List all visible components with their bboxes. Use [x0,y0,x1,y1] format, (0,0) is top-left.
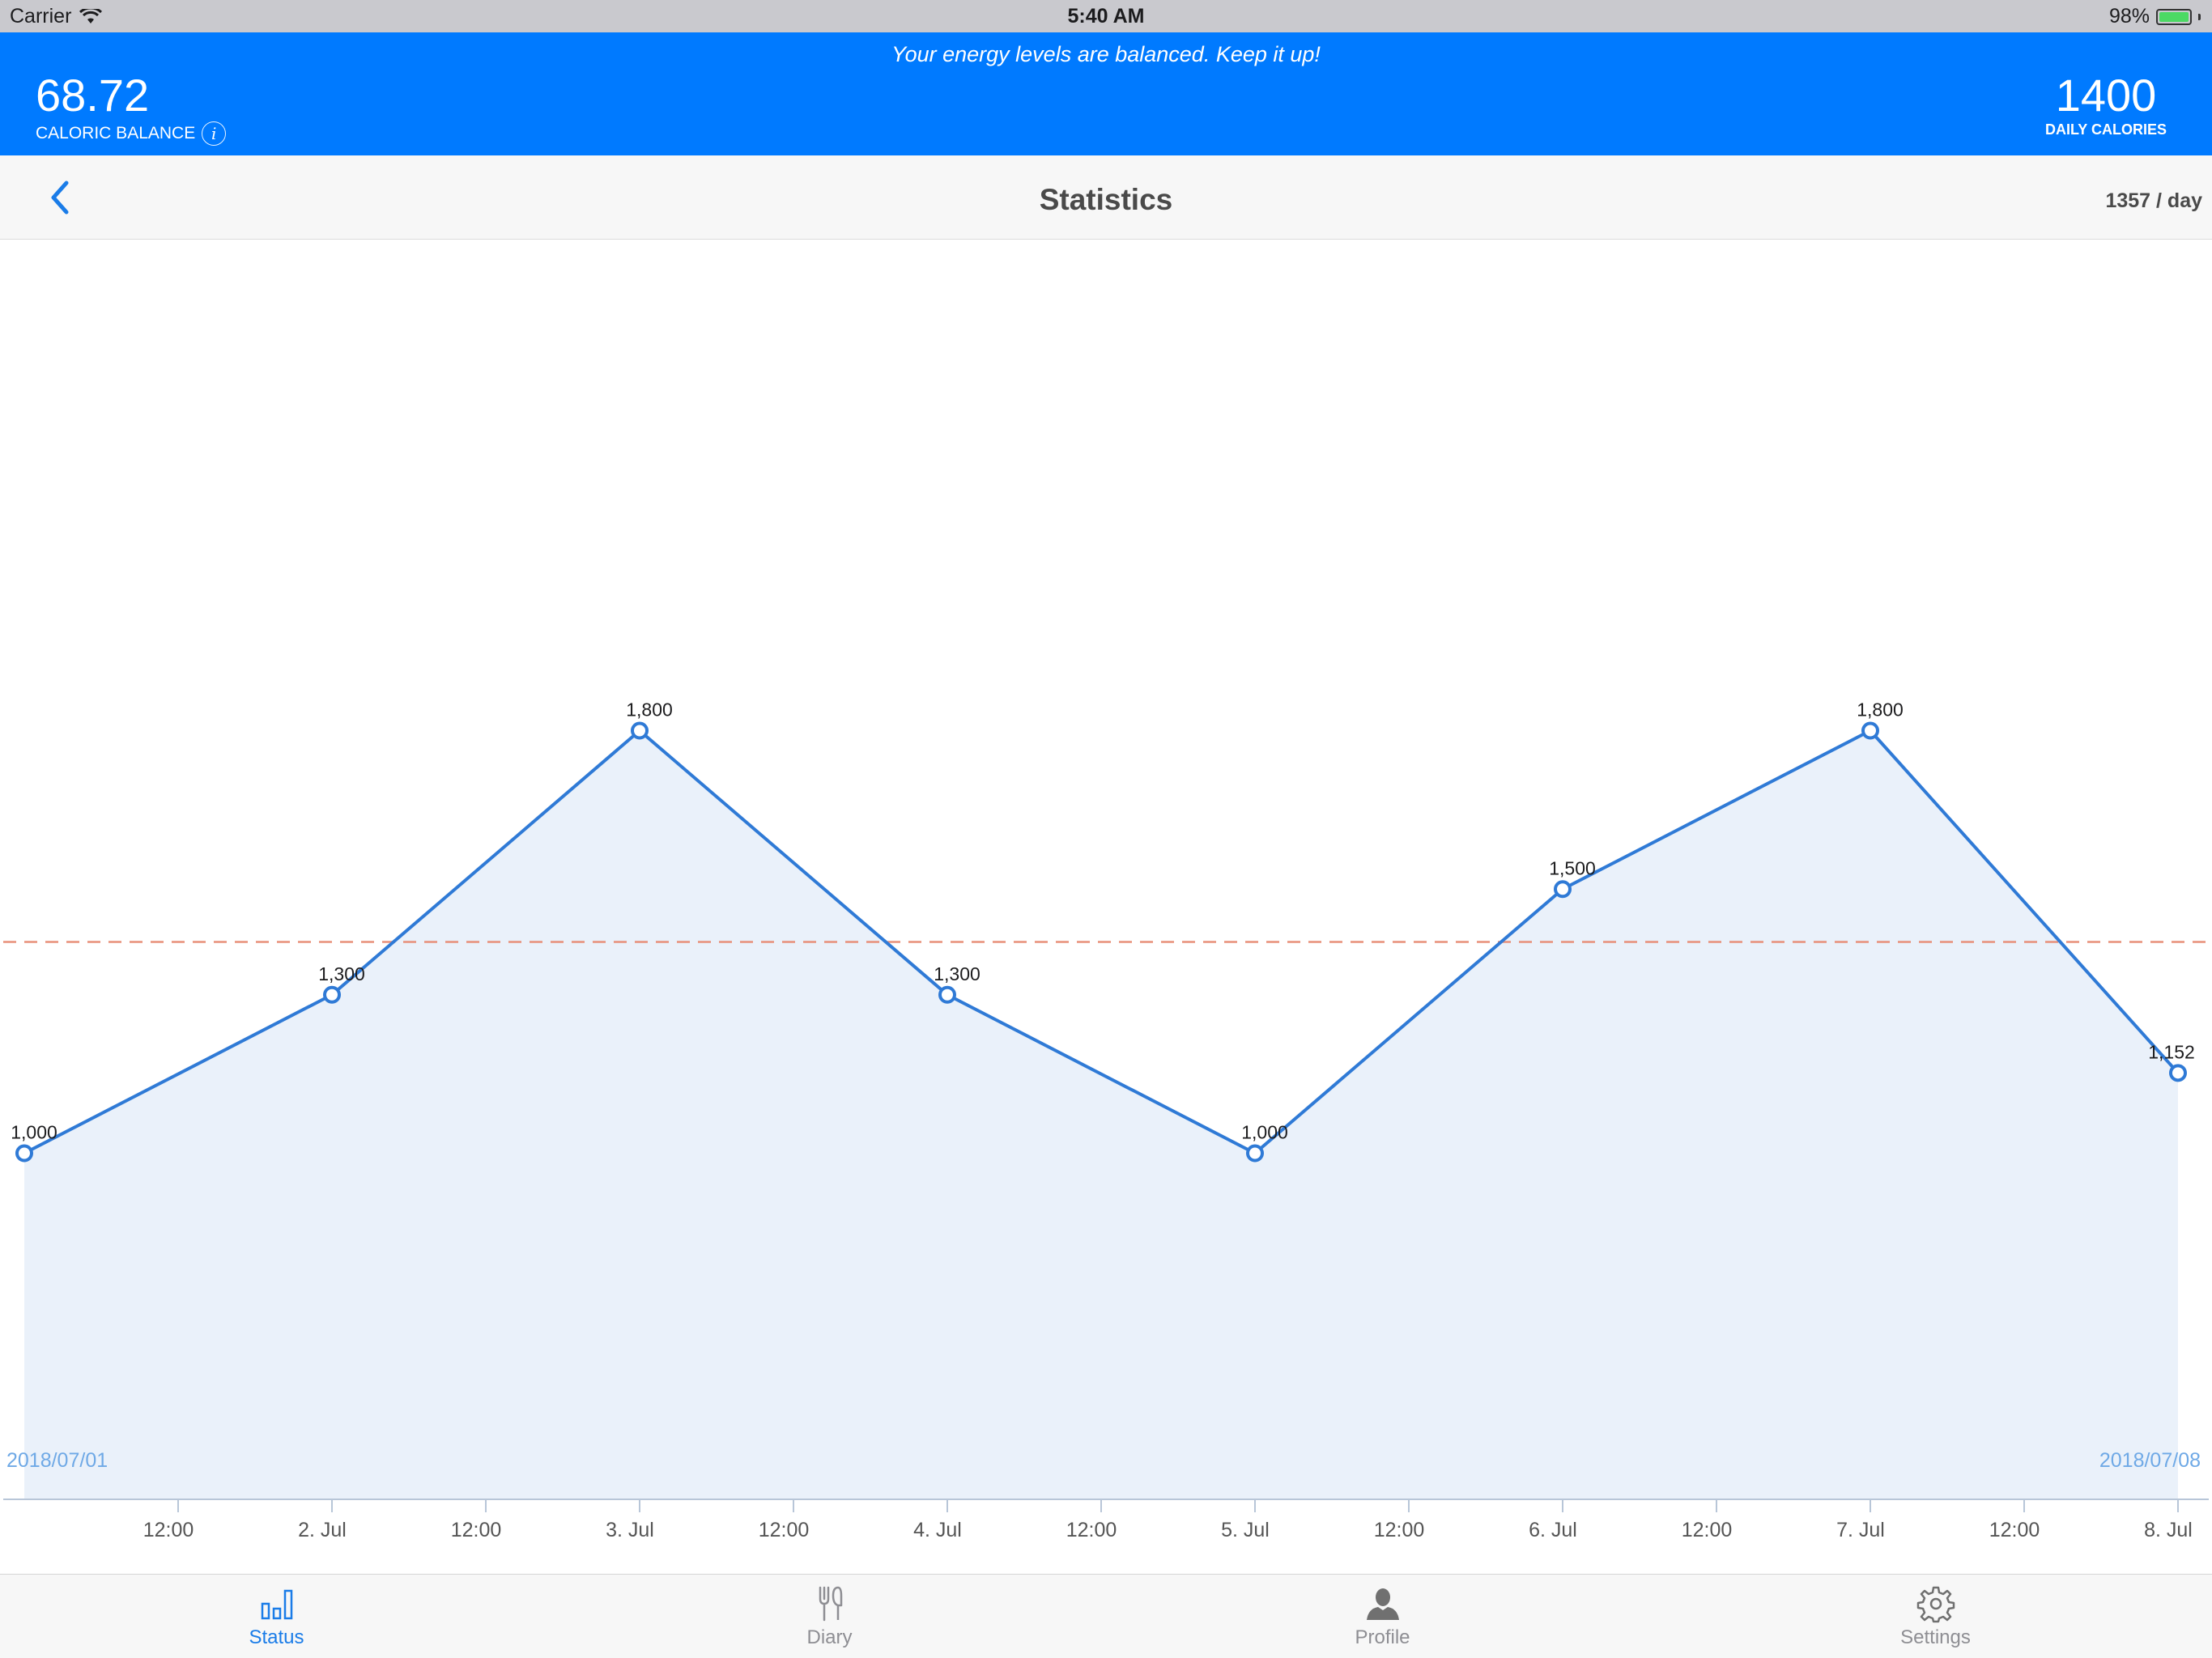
data-label: 1,800 [1857,699,1904,721]
chart-svg: 12:00 2. Jul 12:00 3. Jul 12:00 4. Jul 12:00 5.… [3,699,2209,1541]
x-tick-label: 5. Jul [1221,1519,1270,1541]
statistics-chart: 12:00 2. Jul 12:00 3. Jul 12:00 4. Jul 12:00 5.… [0,240,2212,1574]
x-tick-label: 12:00 [1682,1519,1733,1541]
data-point [938,985,956,1004]
x-tick-label: 12:00 [1374,1519,1425,1541]
caloric-balance-value: 68.72 [36,70,150,121]
x-tick-label: 8. Jul [2144,1519,2193,1541]
caloric-balance: 68.72 CALORIC BALANCE i [36,70,227,146]
fork-knife-icon [819,1586,842,1622]
data-label: 1,800 [626,699,673,721]
page-title: Statistics [1039,183,1173,216]
tab-profile-label: Profile [1355,1626,1410,1648]
tab-status[interactable]: Status [0,1575,553,1658]
battery-indicator: 98% [2109,5,2201,28]
x-tick-label: 3. Jul [606,1519,654,1541]
tab-bar: Status Diary Profile Settings [0,1574,2212,1658]
x-tick-label: 12:00 [1989,1519,2040,1541]
x-tick-label: 12:00 [759,1519,810,1541]
x-tick-label: 12:00 [143,1519,194,1541]
tab-diary[interactable]: Diary [553,1575,1106,1658]
status-bar: Carrier 5:40 AM 98% [0,0,2212,32]
tab-settings[interactable]: Settings [1659,1575,2212,1658]
tab-profile[interactable]: Profile [1106,1575,1659,1658]
data-point [1861,721,1879,740]
clock: 5:40 AM [1067,5,1145,28]
daily-calories: 1400 DAILY CALORIES [2045,71,2167,138]
data-point [1554,880,1572,899]
end-date-label: 2018/07/08 [2099,1449,2201,1472]
battery-percent: 98% [2108,5,2150,28]
x-tick-label: 4. Jul [913,1519,962,1541]
data-label: 1,500 [1549,857,1596,878]
caloric-balance-label: CALORIC BALANCE [36,124,196,142]
data-point [323,985,341,1004]
energy-message: Your energy levels are balanced. Keep it… [891,42,1321,66]
caloric-summary-header: Your energy levels are balanced. Keep it… [0,32,2212,155]
data-label: 1,300 [318,963,365,984]
x-tick-label: 12:00 [451,1519,502,1541]
data-point [15,1144,33,1163]
x-tick-label: 7. Jul [1836,1519,1885,1541]
person-icon [1366,1588,1399,1620]
data-point [2169,1064,2187,1082]
data-point [1246,1144,1264,1163]
data-label: 1,300 [934,963,981,984]
data-label: 1,000 [1241,1122,1288,1143]
x-tick-label: 6. Jul [1529,1519,1577,1541]
tab-settings-label: Settings [1900,1626,1971,1648]
battery-icon [2156,8,2192,25]
bar-chart-icon [261,1589,292,1620]
x-tick-label: 2. Jul [298,1519,347,1541]
gear-icon [1916,1586,1955,1623]
data-label: 1,152 [2148,1041,2195,1062]
daily-average: 1357 / day [2105,189,2202,212]
info-icon[interactable]: i [202,121,227,146]
daily-calories-label: DAILY CALORIES [2044,121,2167,138]
data-point [631,721,649,740]
tab-diary-label: Diary [806,1626,853,1648]
x-tick-label: 12:00 [1066,1519,1117,1541]
daily-calories-value: 1400 [2055,70,2157,121]
navigation-bar: Statistics 1357 / day [0,155,2212,240]
tab-status-label: Status [249,1626,304,1648]
data-label: 1,000 [11,1122,57,1143]
chart-area-fill [24,730,2178,1499]
start-date-label: 2018/07/01 [6,1449,108,1472]
